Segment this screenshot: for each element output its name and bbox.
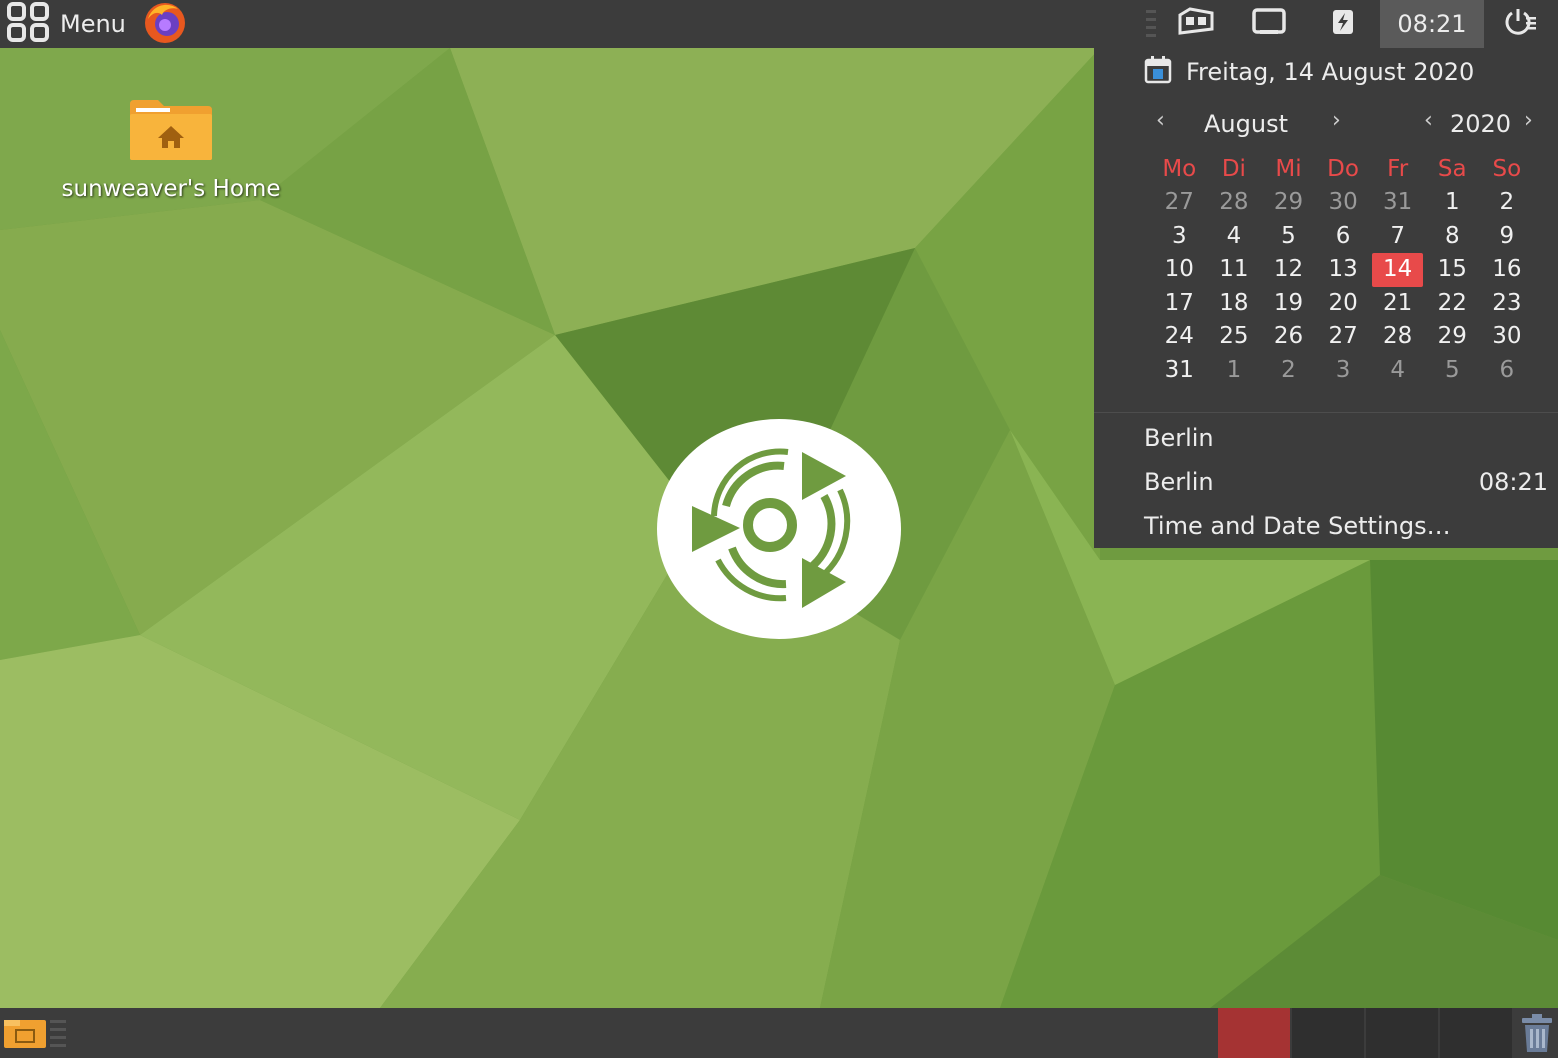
calendar-navigation: ‹ August › ‹ 2020 › xyxy=(1094,108,1558,142)
calendar-day[interactable]: 23 xyxy=(1480,287,1535,321)
show-desktop-icon xyxy=(2,1020,66,1056)
weekday-label: Sa xyxy=(1437,156,1467,182)
location-item[interactable]: Berlin xyxy=(1144,424,1214,452)
calendar-day[interactable]: 16 xyxy=(1480,253,1535,287)
calendar-day[interactable]: 31 xyxy=(1370,186,1425,220)
calendar-day[interactable]: 28 xyxy=(1207,186,1262,220)
calendar-day[interactable]: 12 xyxy=(1261,253,1316,287)
calendar-day[interactable]: 8 xyxy=(1425,220,1480,254)
calendar-day[interactable]: 27 xyxy=(1152,186,1207,220)
date-header: Freitag, 14 August 2020 xyxy=(1144,56,1474,88)
trash-applet[interactable] xyxy=(1520,1014,1554,1058)
location-name: Berlin xyxy=(1144,468,1214,496)
calendar-day[interactable]: 13 xyxy=(1316,253,1371,287)
calendar-day[interactable]: 15 xyxy=(1425,253,1480,287)
calendar-divider xyxy=(1094,412,1558,413)
monitor-icon xyxy=(1252,8,1286,40)
calendar-day[interactable]: 4 xyxy=(1370,354,1425,388)
calendar-day[interactable]: 3 xyxy=(1316,354,1371,388)
calendar-day[interactable]: 7 xyxy=(1370,220,1425,254)
location-time: 08:21 xyxy=(1478,468,1548,496)
calendar-day[interactable]: 24 xyxy=(1152,320,1207,354)
location-name: Berlin xyxy=(1144,424,1214,452)
workspace-2[interactable] xyxy=(1292,1008,1364,1058)
calendar-day[interactable]: 28 xyxy=(1370,320,1425,354)
calendar-day-grid: 27 28 29 30 31 1 2 3 4 5 6 7 8 9 10 11 1… xyxy=(1152,186,1534,387)
menu-button[interactable]: Menu xyxy=(0,0,126,48)
workspace-3[interactable] xyxy=(1366,1008,1438,1058)
calendar-day[interactable]: 5 xyxy=(1261,220,1316,254)
calendar-day[interactable]: 22 xyxy=(1425,287,1480,321)
calendar-day[interactable]: 19 xyxy=(1261,287,1316,321)
calendar-day[interactable]: 1 xyxy=(1425,186,1480,220)
tray-power-indicator[interactable] xyxy=(1306,0,1380,48)
calendar-day[interactable]: 31 xyxy=(1152,354,1207,388)
ubuntu-mate-logo xyxy=(656,418,902,640)
power-menu-icon xyxy=(1504,7,1538,41)
bottom-panel xyxy=(0,1008,1558,1058)
calendar-day[interactable]: 20 xyxy=(1316,287,1371,321)
menu-label: Menu xyxy=(60,10,126,38)
weekday-label: Mo xyxy=(1162,156,1197,182)
calendar-day-today[interactable]: 14 xyxy=(1372,253,1423,287)
calendar-day[interactable]: 18 xyxy=(1207,287,1262,321)
calendar-day[interactable]: 29 xyxy=(1261,186,1316,220)
trash-icon xyxy=(1520,1014,1554,1058)
calendar-day[interactable]: 2 xyxy=(1261,354,1316,388)
firefox-launcher[interactable] xyxy=(142,0,188,49)
top-panel: Menu 08:21 xyxy=(0,0,1558,48)
time-date-settings-item[interactable]: Time and Date Settings… xyxy=(1144,512,1451,540)
firefox-icon xyxy=(142,0,188,49)
system-tray: 08:21 xyxy=(1144,0,1558,48)
month-label: August xyxy=(1204,110,1288,138)
weekday-label: So xyxy=(1492,156,1522,182)
remote-session-icon xyxy=(1174,7,1216,41)
calendar-day[interactable]: 27 xyxy=(1316,320,1371,354)
calendar-day[interactable]: 2 xyxy=(1480,186,1535,220)
home-folder-label: sunweaver's Home xyxy=(61,176,281,202)
workspace-4[interactable] xyxy=(1440,1008,1512,1058)
show-desktop-button[interactable] xyxy=(2,1016,66,1056)
calendar-popup: Freitag, 14 August 2020 ‹ August › ‹ 202… xyxy=(1094,48,1558,548)
desktop-home-folder[interactable]: sunweaver's Home xyxy=(40,96,302,202)
calendar-day[interactable]: 26 xyxy=(1261,320,1316,354)
calendar-day[interactable]: 21 xyxy=(1370,287,1425,321)
clock-indicator[interactable]: 08:21 xyxy=(1380,0,1484,48)
battery-charging-icon xyxy=(1330,7,1356,41)
calendar-day[interactable]: 6 xyxy=(1480,354,1535,388)
next-year-button[interactable]: › xyxy=(1524,108,1533,133)
weekday-header: Mo Di Mi Do Fr Sa So xyxy=(1152,156,1534,182)
calendar-day[interactable]: 10 xyxy=(1152,253,1207,287)
calendar-day[interactable]: 1 xyxy=(1207,354,1262,388)
calendar-day[interactable]: 25 xyxy=(1207,320,1262,354)
year-label: 2020 xyxy=(1450,110,1512,138)
calendar-day[interactable]: 30 xyxy=(1316,186,1371,220)
tray-handle[interactable] xyxy=(1144,0,1158,48)
calendar-day[interactable]: 4 xyxy=(1207,220,1262,254)
home-folder-icon xyxy=(40,96,302,166)
weekday-label: Fr xyxy=(1387,156,1409,182)
weekday-label: Mi xyxy=(1275,156,1302,182)
calendar-day[interactable]: 9 xyxy=(1480,220,1535,254)
calendar-icon xyxy=(1144,56,1172,88)
workspace-1[interactable] xyxy=(1218,1008,1290,1058)
calendar-day[interactable]: 30 xyxy=(1480,320,1535,354)
calendar-day[interactable]: 17 xyxy=(1152,287,1207,321)
calendar-day[interactable]: 5 xyxy=(1425,354,1480,388)
calendar-day[interactable]: 11 xyxy=(1207,253,1262,287)
tray-session-indicator[interactable] xyxy=(1158,0,1232,48)
previous-month-button[interactable]: ‹ xyxy=(1156,108,1165,133)
previous-year-button[interactable]: ‹ xyxy=(1424,108,1433,133)
weekday-label: Di xyxy=(1221,156,1246,182)
calendar-day[interactable]: 6 xyxy=(1316,220,1371,254)
calendar-day[interactable]: 29 xyxy=(1425,320,1480,354)
apps-grid-icon xyxy=(6,2,50,46)
tray-display-indicator[interactable] xyxy=(1232,0,1306,48)
weekday-label: Do xyxy=(1327,156,1359,182)
tray-session-menu[interactable] xyxy=(1484,0,1558,48)
calendar-day[interactable]: 3 xyxy=(1152,220,1207,254)
next-month-button[interactable]: › xyxy=(1332,108,1341,133)
current-date-label: Freitag, 14 August 2020 xyxy=(1186,58,1475,86)
